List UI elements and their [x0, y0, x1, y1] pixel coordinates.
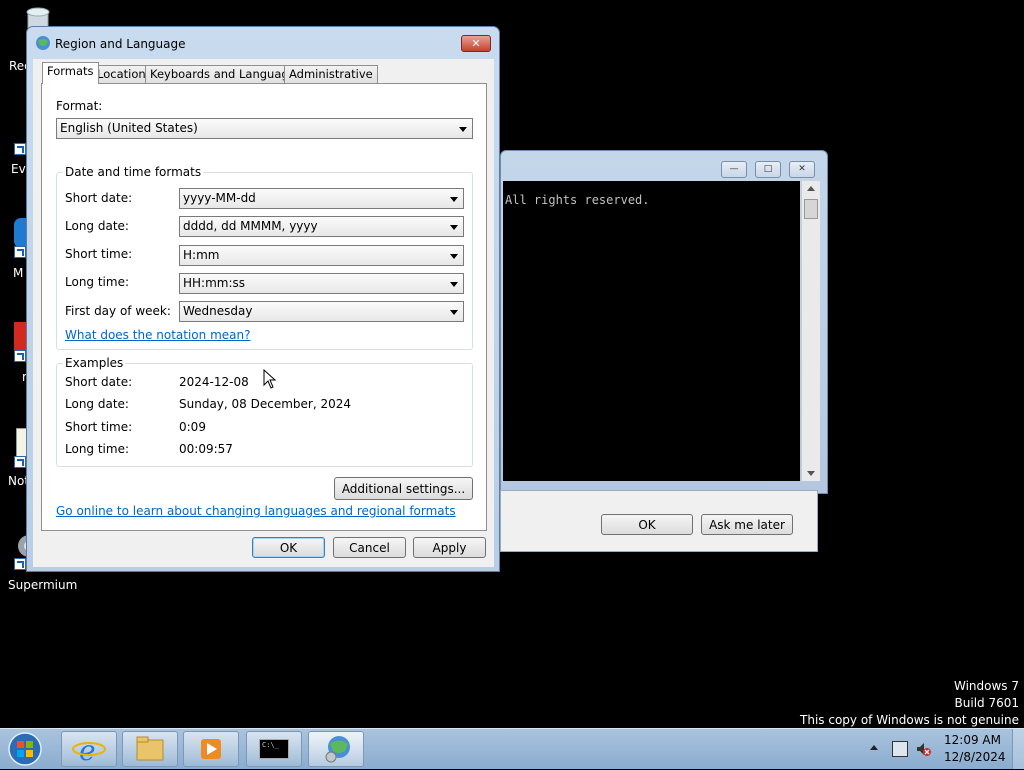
console-text: All rights reserved. [505, 193, 650, 207]
long-date-value: dddd, dd MMMM, yyyy [183, 219, 318, 233]
clock-time[interactable]: 12:09 AM [944, 733, 1001, 747]
watermark-line: Build 7601 [954, 696, 1019, 710]
first-day-of-week-value: Wednesday [183, 304, 253, 318]
short-time-dropdown[interactable]: H:mm [179, 245, 464, 266]
example-long-time-value: 00:09:57 [179, 442, 233, 456]
long-time-value: HH:mm:ss [183, 276, 246, 290]
chevron-down-icon [450, 225, 458, 230]
dialog-client: Formats Location Keyboards and Languages… [33, 59, 494, 567]
tab-formats[interactable]: Formats [42, 62, 99, 84]
example-short-date-label: Short date: [65, 375, 133, 389]
format-dropdown[interactable]: English (United States) [56, 118, 473, 139]
close-button[interactable]: ✕ [789, 161, 815, 178]
short-date-value: yyyy-MM-dd [183, 191, 256, 205]
taskbar-file-explorer[interactable] [122, 731, 178, 767]
chevron-down-icon [459, 127, 467, 132]
ask-me-later-button[interactable]: Ask me later [701, 514, 793, 535]
group-label: Examples [63, 356, 126, 370]
example-short-date-value: 2024-12-08 [179, 375, 249, 389]
desktop-icon-label: Supermium [8, 578, 78, 592]
svg-text:e: e [79, 734, 96, 766]
command-prompt-icon: C:\_ [259, 739, 289, 759]
taskbar-command-prompt[interactable]: C:\_ [246, 731, 302, 767]
scroll-up-arrow[interactable] [807, 186, 815, 191]
scroll-thumb[interactable] [804, 199, 818, 219]
folder-icon [136, 736, 164, 761]
taskbar-region-language[interactable] [308, 731, 364, 767]
start-button[interactable] [5, 731, 45, 767]
apply-button[interactable]: Apply [413, 537, 486, 558]
chevron-down-icon [450, 282, 458, 287]
chevron-down-icon [450, 197, 458, 202]
dialog-title: Region and Language [55, 37, 186, 51]
first-day-of-week-dropdown[interactable]: Wednesday [179, 301, 464, 322]
console-scrollbar[interactable] [801, 181, 820, 481]
example-short-time-label: Short time: [65, 420, 133, 434]
activation-dialog: OK Ask me later [500, 490, 818, 552]
short-time-label: Short time: [65, 247, 133, 261]
format-value: English (United States) [60, 121, 198, 135]
maximize-button[interactable]: □ [755, 161, 781, 178]
region-language-dialog[interactable]: Region and Language ✕ Formats Location K… [26, 26, 500, 572]
formats-panel: Format: English (United States) Date and… [41, 83, 487, 531]
taskbar-media-player[interactable] [183, 731, 239, 767]
example-long-date-label: Long date: [65, 397, 129, 411]
first-day-of-week-label: First day of week: [65, 304, 171, 318]
notation-help-link[interactable]: What does the notation mean? [65, 328, 250, 342]
watermark-line: Windows 7 [953, 679, 1019, 693]
tab-keyboards-and-languages[interactable]: Keyboards and Languages [145, 65, 307, 83]
tab-location[interactable]: Location [92, 65, 151, 83]
globe-icon [35, 35, 51, 51]
volume-muted-icon[interactable] [915, 741, 931, 757]
ok-button[interactable]: OK [252, 537, 325, 558]
long-time-label: Long time: [65, 275, 130, 289]
globe-icon [325, 736, 350, 763]
long-date-dropdown[interactable]: dddd, dd MMMM, yyyy [179, 216, 464, 237]
clock-date[interactable]: 12/8/2024 [944, 750, 1006, 764]
example-long-time-label: Long time: [65, 442, 130, 456]
ok-button[interactable]: OK [601, 514, 693, 535]
scroll-down-arrow[interactable] [807, 471, 815, 476]
watermark-line: This copy of Windows is not genuine [800, 713, 1019, 727]
desktop-icon-label: M [13, 266, 24, 280]
show-desktop-button[interactable] [1012, 729, 1024, 769]
internet-explorer-icon: e [72, 734, 106, 767]
short-time-value: H:mm [183, 248, 220, 262]
show-hidden-icons-button[interactable] [870, 745, 878, 750]
console-window[interactable]: — □ ✕ All rights reserved. [500, 150, 828, 494]
short-date-dropdown[interactable]: yyyy-MM-dd [179, 188, 464, 209]
network-icon[interactable] [892, 741, 908, 757]
close-button[interactable]: ✕ [461, 35, 491, 52]
group-label: Date and time formats [63, 165, 204, 179]
minimize-button[interactable]: — [721, 161, 747, 178]
chevron-down-icon [450, 254, 458, 259]
example-short-time-value: 0:09 [179, 420, 206, 434]
console-screen[interactable]: All rights reserved. [503, 181, 800, 481]
format-label: Format: [56, 99, 103, 113]
cancel-button[interactable]: Cancel [333, 537, 406, 558]
long-time-dropdown[interactable]: HH:mm:ss [179, 273, 464, 294]
online-help-link[interactable]: Go online to learn about changing langua… [56, 504, 456, 518]
chevron-down-icon [450, 310, 458, 315]
media-player-icon [201, 739, 221, 759]
mouse-cursor-icon [263, 368, 277, 389]
taskbar: e C:\_ 12:09 AM 12/8/2024 [0, 728, 1024, 769]
additional-settings-button[interactable]: Additional settings... [334, 477, 473, 500]
short-date-label: Short date: [65, 191, 133, 205]
taskbar-internet-explorer[interactable]: e [61, 731, 117, 767]
long-date-label: Long date: [65, 219, 129, 233]
tab-administrative[interactable]: Administrative [284, 65, 378, 83]
example-long-date-value: Sunday, 08 December, 2024 [179, 397, 352, 411]
